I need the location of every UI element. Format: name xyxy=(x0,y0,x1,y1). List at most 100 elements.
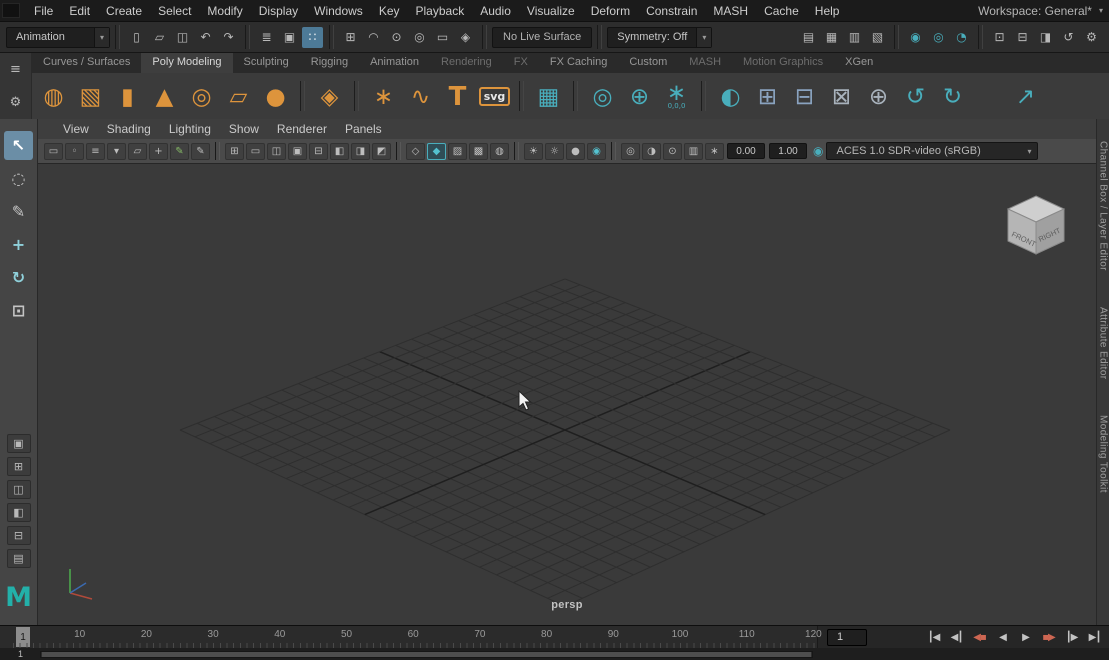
boolean-icon[interactable]: ◐ xyxy=(712,75,749,117)
range-slider-bar[interactable] xyxy=(42,651,811,657)
menu-item[interactable]: Visualize xyxy=(519,4,583,18)
shelf-tab[interactable]: Sculpting xyxy=(233,53,300,73)
view-cube[interactable]: FRONT RIGHT xyxy=(1000,190,1072,262)
menu-item[interactable]: Help xyxy=(807,4,848,18)
exposure-icon[interactable]: ∗ xyxy=(705,142,724,160)
panel-menu-item[interactable]: Shading xyxy=(98,122,160,136)
select-component-icon[interactable]: ∷ xyxy=(302,26,323,48)
poly-cube-icon[interactable]: ▧ xyxy=(72,75,109,117)
menu-item[interactable]: Select xyxy=(150,4,199,18)
play-backwards-button[interactable]: ◀ xyxy=(991,628,1014,647)
menu-item[interactable]: Deform xyxy=(583,4,638,18)
settings-icon[interactable]: ⚙ xyxy=(1081,27,1102,48)
curve-warp-icon[interactable]: ↗ xyxy=(1007,75,1044,117)
gamma-field[interactable]: 1.00 xyxy=(769,143,807,159)
paint-select-tool[interactable]: ✎ xyxy=(4,197,33,226)
snap-to-curve-icon[interactable]: ◠ xyxy=(363,27,384,48)
occlusion-icon[interactable]: ◉ xyxy=(587,142,606,160)
menuset-dropdown[interactable]: Animation ▾ xyxy=(6,26,110,48)
menu-item[interactable]: Audio xyxy=(472,4,519,18)
paint-effects-icon[interactable]: ⊡ xyxy=(989,27,1010,48)
menu-item[interactable]: Playback xyxy=(408,4,473,18)
menu-item[interactable]: Windows xyxy=(306,4,371,18)
sidebar-tab[interactable]: Modeling Toolkit xyxy=(1098,415,1109,493)
step-forward-frame-button[interactable]: ┃▶ xyxy=(1060,628,1083,647)
shelf-tab[interactable]: FX Caching xyxy=(539,53,618,73)
snap-to-grid-icon[interactable]: ⊞ xyxy=(340,27,361,48)
type-tool-icon[interactable]: T xyxy=(439,75,476,117)
menu-item[interactable]: Modify xyxy=(199,4,250,18)
joints-xray-icon[interactable]: ⊙ xyxy=(663,142,682,160)
sidebar-tab[interactable]: Attribute Editor xyxy=(1098,307,1109,380)
render-settings-icon[interactable]: ▧ xyxy=(867,27,888,48)
shadows-icon[interactable]: ● xyxy=(566,142,585,160)
redo-icon[interactable]: ↷ xyxy=(218,27,239,48)
grease-pencil-icon[interactable]: ✎ xyxy=(170,142,189,160)
two-d-pan-zoom-icon[interactable]: + xyxy=(149,142,168,160)
shelf-tab[interactable]: Animation xyxy=(359,53,430,73)
select-hierarchy-icon[interactable]: ≣ xyxy=(256,27,277,48)
range-start-field[interactable]: 1 xyxy=(0,649,40,659)
sidebar-tab[interactable]: Channel Box / Layer Editor xyxy=(1098,141,1109,271)
new-scene-icon[interactable]: ▯ xyxy=(126,27,147,48)
render-current-frame-icon[interactable]: ▦ xyxy=(821,27,842,48)
center-pivot-icon[interactable]: ⊕ xyxy=(621,75,658,117)
content-browser-icon[interactable]: ⊟ xyxy=(1012,27,1033,48)
hypershade-icon[interactable]: ◉ xyxy=(905,27,926,48)
panel-menu-item[interactable]: Show xyxy=(220,122,268,136)
svg-tool-icon[interactable]: svg xyxy=(476,75,513,117)
render-setup-icon[interactable]: ◔ xyxy=(951,27,972,48)
rotate-tool[interactable]: ↻ xyxy=(4,263,33,292)
live-surface-field[interactable]: No Live Surface xyxy=(492,26,593,48)
play-forwards-button[interactable]: ▶ xyxy=(1014,628,1037,647)
all-lights-icon[interactable]: ☼ xyxy=(545,142,564,160)
move-to-origin-icon[interactable]: ∗ 0,0,0 xyxy=(658,75,695,117)
uv-editor-icon[interactable]: ▦ xyxy=(530,75,567,117)
textured-mode-icon[interactable]: ▨ xyxy=(448,142,467,160)
time-slider[interactable]: 1 10 20 30 40 50 60 70 80 90 100 110 120 xyxy=(0,626,822,648)
poly-sphere-icon[interactable]: ◍ xyxy=(35,75,72,117)
select-camera-icon[interactable]: ▭ xyxy=(44,142,63,160)
open-scene-icon[interactable]: ▱ xyxy=(149,27,170,48)
poly-disc-icon[interactable]: ● xyxy=(257,75,294,117)
panel-menu-item[interactable]: Lighting xyxy=(160,122,220,136)
menu-item[interactable]: Key xyxy=(371,4,408,18)
step-forward-key-button[interactable]: ▪▶ xyxy=(1037,628,1060,647)
menu-item[interactable]: File xyxy=(26,4,61,18)
merge-vertices-icon[interactable]: ⊕ xyxy=(860,75,897,117)
bookmarks-icon[interactable]: ▾ xyxy=(107,142,126,160)
default-lighting-icon[interactable]: ☀ xyxy=(524,142,543,160)
menu-item[interactable]: Edit xyxy=(61,4,98,18)
panel-menu-item[interactable]: Panels xyxy=(336,122,391,136)
save-scene-icon[interactable]: ◫ xyxy=(172,27,193,48)
shelf-tab[interactable]: Rendering xyxy=(430,53,503,73)
xray-icon[interactable]: ◑ xyxy=(642,142,661,160)
menu-item[interactable]: Display xyxy=(251,4,306,18)
resolution-gate-icon[interactable]: ◫ xyxy=(267,142,286,160)
color-management-icon[interactable]: ◉ xyxy=(813,144,823,158)
wireframe-on-shaded-icon[interactable]: ◍ xyxy=(490,142,509,160)
layout-single-pane[interactable]: ▣ xyxy=(6,434,31,453)
toolbox-icon[interactable]: ◨ xyxy=(1035,27,1056,48)
shelf-tab[interactable]: Poly Modeling xyxy=(141,53,233,73)
snap-to-point-icon[interactable]: ⊙ xyxy=(386,27,407,48)
undo-icon[interactable]: ↶ xyxy=(195,27,216,48)
fill-mode-icon[interactable]: ◩ xyxy=(372,142,391,160)
select-tool[interactable]: ↖ xyxy=(4,131,33,160)
scale-tool[interactable]: ⊡ xyxy=(4,296,33,325)
range-slider-track[interactable] xyxy=(40,650,813,658)
create-polygon-icon[interactable]: ∗ xyxy=(365,75,402,117)
safe-title-icon[interactable]: ◨ xyxy=(351,142,370,160)
mirror-left-icon[interactable]: ↺ xyxy=(897,75,934,117)
annotate-icon[interactable]: ✎ xyxy=(191,142,210,160)
exposure-field[interactable]: 0.00 xyxy=(727,143,765,159)
gate-mask-icon[interactable]: ▣ xyxy=(288,142,307,160)
panel-menu-item[interactable]: View xyxy=(54,122,98,136)
shelf-tab[interactable]: Curves / Surfaces xyxy=(32,53,141,73)
menu-item[interactable]: MASH xyxy=(705,4,756,18)
snap-to-projected-center-icon[interactable]: ◎ xyxy=(409,27,430,48)
poly-plane-icon[interactable]: ▱ xyxy=(220,75,257,117)
image-plane-icon[interactable]: ▱ xyxy=(128,142,147,160)
current-frame-field[interactable]: 1 xyxy=(827,628,867,646)
make-live-icon[interactable]: ◎ xyxy=(584,75,621,117)
